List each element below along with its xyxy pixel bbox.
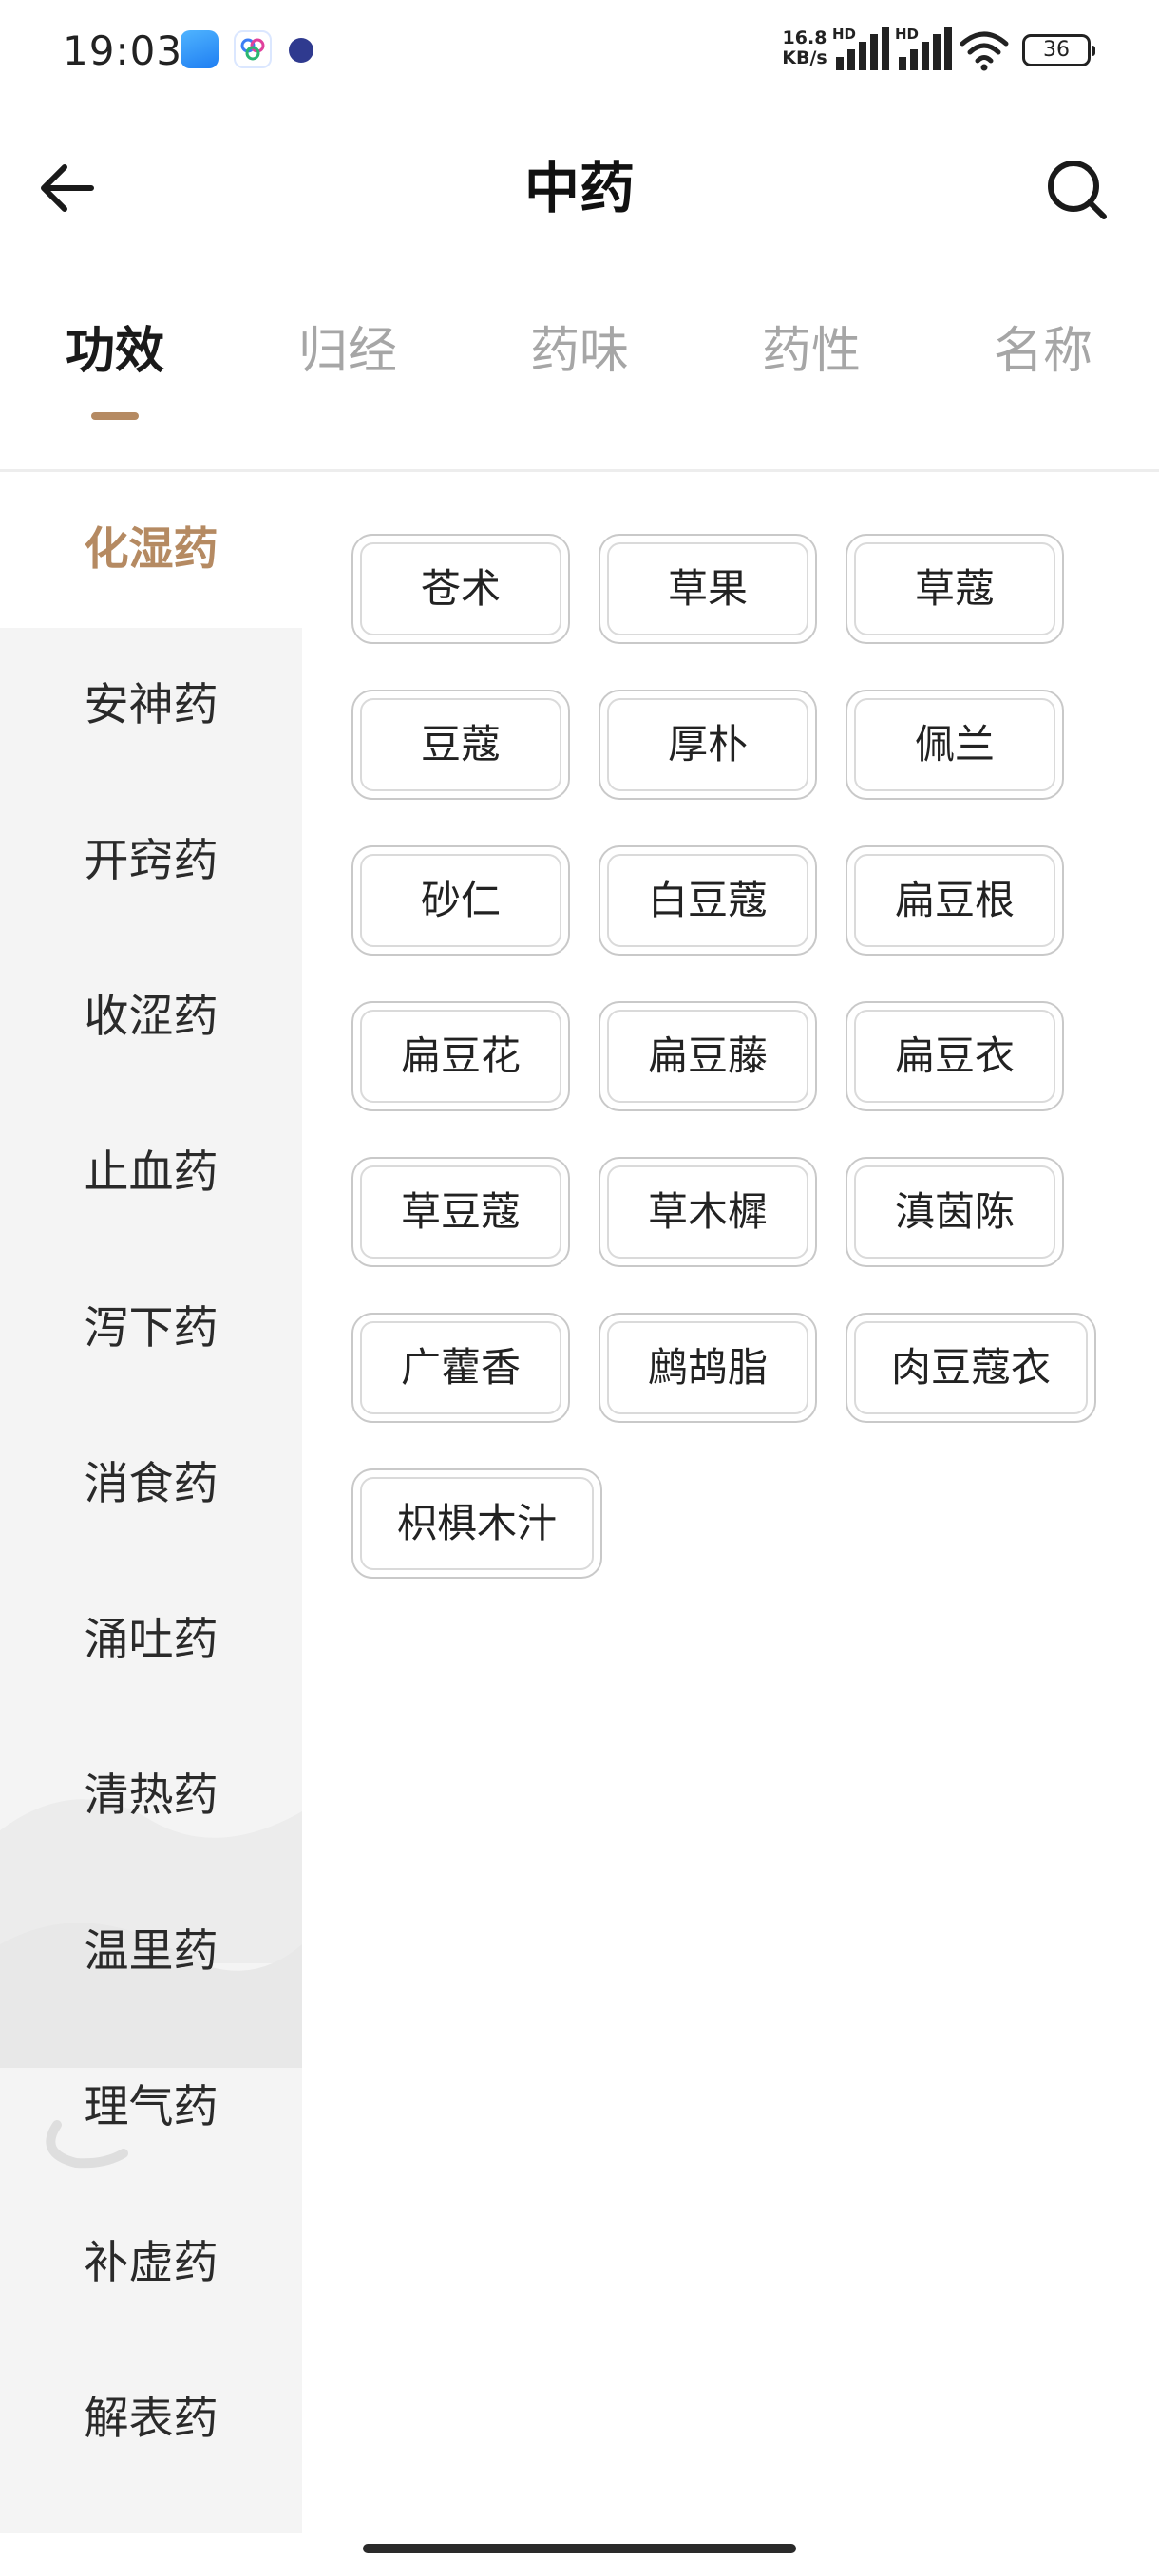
- category-sidebar: 化湿药 安神药 开窍药 收涩药 止血药 泻下药 消食药 涌吐药 清热药 温里药 …: [0, 472, 302, 2533]
- sidebar-item-heat-clearing[interactable]: 清热药: [0, 1718, 302, 1874]
- weather-app-icon: [180, 30, 218, 68]
- herb-label: 广藿香: [400, 1344, 521, 1391]
- herb-item[interactable]: 肉豆蔻衣: [846, 1313, 1096, 1423]
- herb-label: 砂仁: [420, 877, 501, 923]
- herb-item[interactable]: 草蔻: [846, 534, 1064, 644]
- herb-item[interactable]: 草木樨: [598, 1157, 817, 1267]
- sidebar-item-exterior-releasing[interactable]: 解表药: [0, 2341, 302, 2497]
- signal-icon: HD: [895, 27, 958, 70]
- herb-label: 鹧鸪脂: [647, 1344, 768, 1391]
- herb-label: 草果: [667, 565, 748, 612]
- page-title: 中药: [523, 156, 635, 220]
- tab-flavor[interactable]: 药味: [494, 304, 665, 399]
- herb-label: 滇茵陈: [894, 1188, 1015, 1235]
- network-speed: 16.8 KB/s: [771, 28, 838, 68]
- herb-item[interactable]: 扁豆花: [352, 1001, 570, 1111]
- status-time: 19:03: [63, 28, 183, 74]
- herb-label: 豆蔻: [420, 721, 501, 767]
- herb-label: 白豆蔻: [647, 877, 768, 923]
- category-tabs: 功效 归经 药味 药性 名称: [0, 304, 1159, 427]
- search-icon[interactable]: [1041, 154, 1113, 226]
- network-speed-unit: KB/s: [782, 47, 827, 68]
- signal-hd-label: HD: [895, 26, 920, 43]
- back-arrow-icon[interactable]: [32, 152, 104, 224]
- herb-label: 扁豆藤: [647, 1032, 768, 1079]
- herb-label: 肉豆蔻衣: [890, 1344, 1051, 1391]
- herb-item[interactable]: 豆蔻: [352, 690, 570, 800]
- sidebar-item-astringent[interactable]: 收涩药: [0, 939, 302, 1095]
- herb-item[interactable]: 白豆蔻: [598, 845, 817, 956]
- herb-label: 苍术: [420, 565, 501, 612]
- herb-item[interactable]: 佩兰: [846, 690, 1064, 800]
- network-speed-value: 16.8: [782, 28, 827, 48]
- herb-item[interactable]: 扁豆藤: [598, 1001, 817, 1111]
- herb-item[interactable]: 滇茵陈: [846, 1157, 1064, 1267]
- herb-item[interactable]: 草果: [598, 534, 817, 644]
- herb-label: 草木樨: [647, 1188, 768, 1235]
- status-bar: 19:03 16.8 KB/s HD HD 36: [0, 0, 1159, 103]
- screen: 19:03 16.8 KB/s HD HD 36 中药 功效 归经 药味 药性 …: [0, 0, 1159, 2576]
- sidebar-item-tonic[interactable]: 补虚药: [0, 2186, 302, 2341]
- sidebar-item-dampness[interactable]: 化湿药: [0, 472, 302, 628]
- sidebar-item-emetic[interactable]: 涌吐药: [0, 1563, 302, 1718]
- signal-icon: HD: [832, 27, 895, 70]
- herb-item[interactable]: 苍术: [352, 534, 570, 644]
- battery-level: 36: [1043, 38, 1070, 62]
- tab-meridian[interactable]: 归经: [262, 304, 433, 399]
- cloud-app-icon: [234, 30, 272, 68]
- herb-label: 佩兰: [914, 721, 995, 767]
- herb-item[interactable]: 厚朴: [598, 690, 817, 800]
- sidebar-item-hemostatic[interactable]: 止血药: [0, 1095, 302, 1251]
- sidebar-item-interior-warming[interactable]: 温里药: [0, 1874, 302, 2030]
- herb-label: 扁豆根: [894, 877, 1015, 923]
- herb-label: 草蔻: [914, 565, 995, 612]
- herb-item[interactable]: 草豆蔻: [352, 1157, 570, 1267]
- sidebar-item-sedative[interactable]: 安神药: [0, 628, 302, 784]
- herb-label: 扁豆花: [400, 1032, 521, 1079]
- herb-item[interactable]: 鹧鸪脂: [598, 1313, 817, 1423]
- wifi-icon: [960, 31, 1009, 71]
- tab-name[interactable]: 名称: [958, 304, 1129, 399]
- sidebar-item-resuscitative[interactable]: 开窍药: [0, 784, 302, 939]
- tab-efficacy[interactable]: 功效: [29, 304, 200, 399]
- herb-item[interactable]: 扁豆衣: [846, 1001, 1064, 1111]
- herb-label: 草豆蔻: [400, 1188, 521, 1235]
- herb-item[interactable]: 扁豆根: [846, 845, 1064, 956]
- signal-hd-label: HD: [832, 26, 857, 43]
- herb-label: 厚朴: [667, 721, 748, 767]
- herb-item[interactable]: 枳椇木汁: [352, 1468, 602, 1579]
- active-tab-indicator: [91, 412, 139, 420]
- herb-label: 枳椇木汁: [396, 1500, 557, 1546]
- battery-icon: 36: [1022, 34, 1095, 66]
- tab-nature[interactable]: 药性: [726, 304, 897, 399]
- home-indicator[interactable]: [363, 2544, 796, 2553]
- notification-app-icon: [289, 38, 314, 63]
- sidebar-item-purgative[interactable]: 泻下药: [0, 1251, 302, 1407]
- sidebar-item-digestive[interactable]: 消食药: [0, 1407, 302, 1563]
- herb-item[interactable]: 砂仁: [352, 845, 570, 956]
- herb-item[interactable]: 广藿香: [352, 1313, 570, 1423]
- sidebar-item-qi-regulating[interactable]: 理气药: [0, 2030, 302, 2186]
- herb-label: 扁豆衣: [894, 1032, 1015, 1079]
